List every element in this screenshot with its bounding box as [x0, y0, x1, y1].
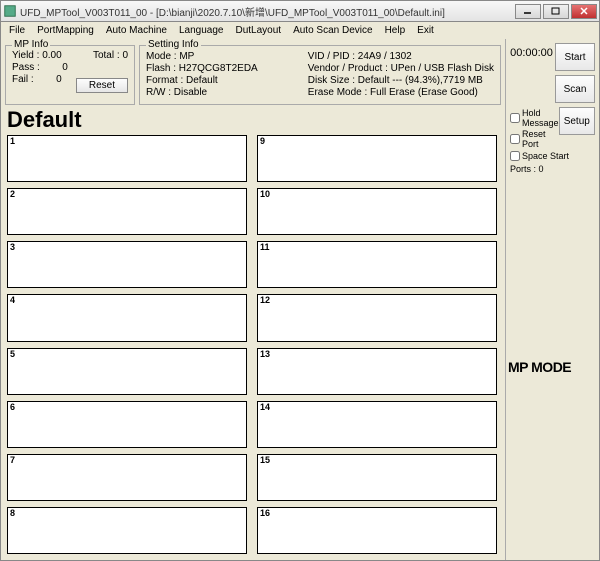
slot-number: 13	[260, 349, 270, 359]
window-title: UFD_MPTool_V003T011_00 - [D:\bianji\2020…	[20, 4, 515, 19]
start-button[interactable]: Start	[555, 43, 595, 71]
menu-language[interactable]: Language	[173, 24, 230, 37]
setting-format: Format : Default	[146, 75, 308, 86]
menu-file[interactable]: File	[3, 24, 31, 37]
setting-mode: Mode : MP	[146, 51, 308, 62]
slot-10[interactable]: 10	[257, 188, 497, 235]
menu-exit[interactable]: Exit	[411, 24, 440, 37]
content: MP Info Yield : 0.00 Total : 0 Pass :0 F…	[0, 39, 600, 561]
ports-label: Ports :	[510, 164, 536, 174]
mp-mode-label: MP MODE	[508, 359, 571, 375]
space-start-label: Space Start	[522, 151, 569, 161]
settinginfo-legend: Setting Info	[146, 39, 201, 50]
reset-button[interactable]: Reset	[76, 78, 128, 93]
reset-port-checkbox[interactable]: Reset Port	[510, 129, 559, 149]
slot-15[interactable]: 15	[257, 454, 497, 501]
slot-3[interactable]: 3	[7, 241, 247, 288]
timer: 00:00:00	[508, 47, 555, 59]
menubar: File PortMapping Auto Machine Language D…	[0, 22, 600, 39]
reset-port-label: Reset Port	[522, 129, 559, 149]
pass-label: Pass :	[12, 62, 42, 73]
yield-value: 0.00	[42, 50, 61, 61]
slot-number: 11	[260, 242, 270, 252]
slot-7[interactable]: 7	[7, 454, 247, 501]
setting-disksize: Disk Size : Default --- (94.3%),7719 MB	[308, 75, 494, 86]
hold-message-label: Hold Message	[522, 108, 559, 128]
settinginfo-group: Setting Info Mode : MP Flash : H27QCG8T2…	[139, 45, 501, 105]
slot-6[interactable]: 6	[7, 401, 247, 448]
total-value: 0	[122, 50, 128, 61]
slot-number: 12	[260, 295, 270, 305]
maximize-button[interactable]	[543, 4, 569, 19]
slot-number: 16	[260, 508, 270, 518]
slot-16[interactable]: 16	[257, 507, 497, 554]
space-start-checkbox[interactable]: Space Start	[510, 151, 597, 161]
titlebar: UFD_MPTool_V003T011_00 - [D:\bianji\2020…	[0, 0, 600, 22]
pass-value: 0	[50, 62, 80, 73]
slot-grid: 1 9 2 10 3 11 4 12 5 13 6 14 7 15 8 16	[5, 133, 501, 558]
mpinfo-group: MP Info Yield : 0.00 Total : 0 Pass :0 F…	[5, 45, 135, 105]
setting-rw: R/W : Disable	[146, 87, 308, 98]
scan-button[interactable]: Scan	[555, 75, 595, 103]
slot-12[interactable]: 12	[257, 294, 497, 341]
slot-number: 5	[10, 349, 15, 359]
setting-vidpid: VID / PID : 24A9 / 1302	[308, 51, 494, 62]
slot-14[interactable]: 14	[257, 401, 497, 448]
slot-number: 10	[260, 189, 270, 199]
setting-flash: Flash : H27QCG8T2EDA	[146, 63, 308, 74]
slot-11[interactable]: 11	[257, 241, 497, 288]
menu-portmapping[interactable]: PortMapping	[31, 24, 100, 37]
setting-vendor: Vendor / Product : UPen / USB Flash Disk	[308, 63, 494, 74]
menu-autoscandevice[interactable]: Auto Scan Device	[287, 24, 379, 37]
slot-number: 1	[10, 136, 15, 146]
slot-number: 7	[10, 455, 15, 465]
slot-1[interactable]: 1	[7, 135, 247, 182]
menu-help[interactable]: Help	[379, 24, 412, 37]
right-pane: 00:00:00 Start Scan Hold Message Reset P…	[505, 39, 599, 560]
close-button[interactable]	[571, 4, 597, 19]
slot-number: 14	[260, 402, 270, 412]
slot-2[interactable]: 2	[7, 188, 247, 235]
slot-number: 2	[10, 189, 15, 199]
yield-label: Yield :	[12, 50, 39, 61]
mpinfo-legend: MP Info	[12, 39, 50, 50]
slot-4[interactable]: 4	[7, 294, 247, 341]
setup-button[interactable]: Setup	[559, 107, 595, 135]
ports-value: 0	[539, 164, 544, 174]
app-icon	[3, 4, 17, 18]
slot-number: 6	[10, 402, 15, 412]
total-label: Total :	[93, 50, 120, 61]
slot-9[interactable]: 9	[257, 135, 497, 182]
slot-number: 9	[260, 136, 265, 146]
slot-number: 3	[10, 242, 15, 252]
slot-number: 8	[10, 508, 15, 518]
hold-message-checkbox[interactable]: Hold Message	[510, 108, 559, 128]
slot-number: 4	[10, 295, 15, 305]
left-pane: MP Info Yield : 0.00 Total : 0 Pass :0 F…	[1, 39, 505, 560]
slot-5[interactable]: 5	[7, 348, 247, 395]
fail-label: Fail :	[12, 74, 42, 93]
fail-value: 0	[44, 74, 74, 93]
slot-number: 15	[260, 455, 270, 465]
window-controls	[515, 4, 597, 19]
setting-erasemode: Erase Mode : Full Erase (Erase Good)	[308, 87, 494, 98]
info-row: MP Info Yield : 0.00 Total : 0 Pass :0 F…	[5, 41, 501, 105]
minimize-button[interactable]	[515, 4, 541, 19]
menu-automachine[interactable]: Auto Machine	[100, 24, 173, 37]
slot-8[interactable]: 8	[7, 507, 247, 554]
profile-title: Default	[7, 107, 501, 133]
menu-dutlayout[interactable]: DutLayout	[229, 24, 287, 37]
slot-13[interactable]: 13	[257, 348, 497, 395]
